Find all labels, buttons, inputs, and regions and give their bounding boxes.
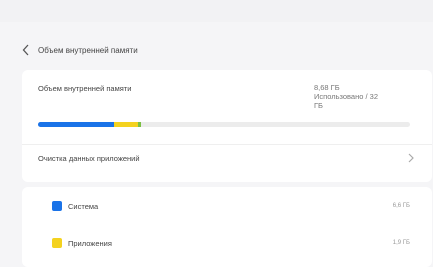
header: Объем внутренней памяти: [22, 40, 138, 60]
category-color-swatch: [52, 238, 62, 248]
clear-app-data-label: Очистка данных приложений: [38, 153, 140, 163]
category-row-system[interactable]: Система 6,6 ГБ: [22, 195, 432, 217]
clear-app-data-row[interactable]: Очистка данных приложений: [22, 147, 432, 169]
storage-bar-segment: [114, 122, 138, 127]
storage-bar-segment: [137, 122, 142, 127]
top-band: [0, 0, 433, 22]
category-color-swatch: [52, 201, 62, 211]
storage-card: Объем внутренней памяти 8,68 ГБ Использо…: [22, 70, 432, 182]
category-size: 6,6 ГБ: [392, 203, 410, 209]
category-row-apps[interactable]: Приложения 1,9 ГБ: [22, 232, 432, 254]
category-label: Приложения: [68, 238, 112, 248]
page-title: Объем внутренней памяти: [38, 45, 138, 55]
back-arrow-icon[interactable]: [22, 44, 32, 56]
chevron-right-icon: [408, 153, 416, 163]
storage-label: Объем внутренней памяти: [38, 84, 132, 93]
storage-bar-segment: [38, 122, 115, 127]
category-size: 1,9 ГБ: [392, 240, 410, 246]
categories-card: Система 6,6 ГБ Приложения 1,9 ГБ: [22, 187, 432, 267]
storage-used-value: 8,68 ГБ Использовано / 32 ГБ: [314, 83, 378, 110]
storage-usage-bar: [38, 122, 410, 127]
category-label: Система: [68, 201, 99, 211]
divider: [22, 144, 432, 145]
